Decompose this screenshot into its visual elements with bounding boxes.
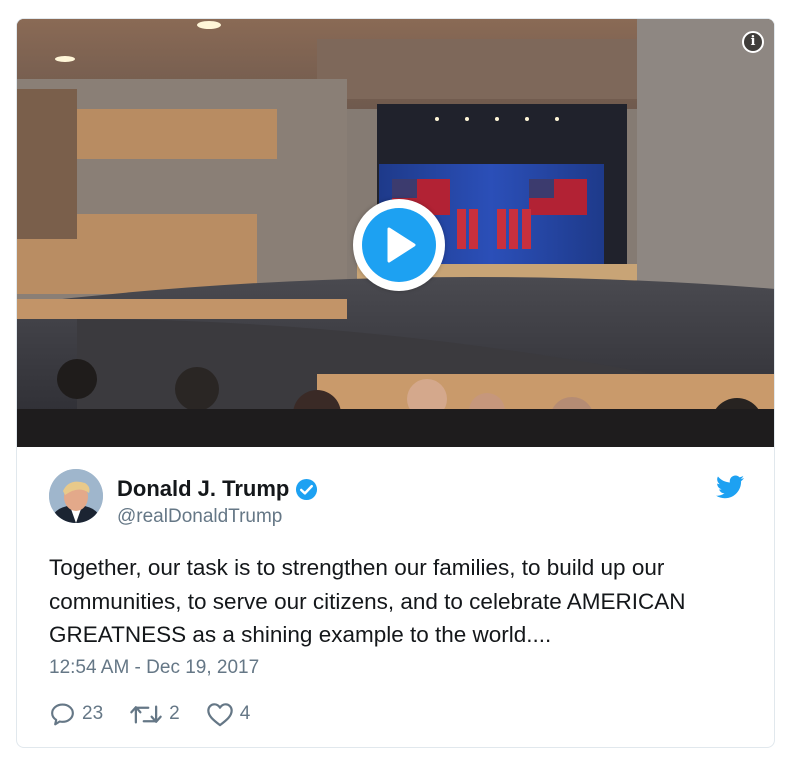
play-icon [387, 227, 416, 263]
tweet-actions: 23 2 4 [49, 699, 276, 729]
like-button[interactable]: 4 [206, 701, 251, 727]
like-count: 4 [239, 703, 251, 724]
tweet-text-line: Together, our task is to strengthen our … [49, 555, 665, 580]
display-name[interactable]: Donald J. Trump [117, 476, 289, 502]
play-button[interactable] [353, 199, 445, 291]
retweet-count: 2 [169, 703, 180, 724]
avatar[interactable] [49, 469, 103, 523]
verified-badge-icon [296, 478, 318, 500]
user-handle[interactable]: @realDonaldTrump [117, 506, 282, 528]
tweet-text: Together, our task is to strengthen our … [49, 551, 759, 652]
reply-icon [51, 703, 74, 725]
video-player[interactable]: i [17, 19, 774, 447]
retweet-button[interactable]: 2 [129, 701, 180, 728]
reply-count: 23 [82, 703, 104, 724]
tweet-card: i Donald J. Trump @realDonaldTrump Toget… [16, 18, 775, 748]
like-heart-icon [206, 703, 233, 727]
tweet-text-line: GREATNESS as a shining example to the wo… [49, 622, 552, 647]
info-icon[interactable]: i [742, 31, 764, 53]
author-name-row: Donald J. Trump [117, 475, 318, 503]
retweet-icon [130, 705, 162, 723]
tweet-timestamp[interactable]: 12:54 AM - Dec 19, 2017 [49, 657, 259, 679]
play-icon-circle [362, 208, 436, 282]
reply-button[interactable]: 23 [49, 701, 103, 728]
tweet-text-line: communities, to serve our citizens, and … [49, 588, 686, 614]
avatar-image [49, 469, 103, 523]
twitter-bird-icon[interactable] [716, 475, 744, 499]
